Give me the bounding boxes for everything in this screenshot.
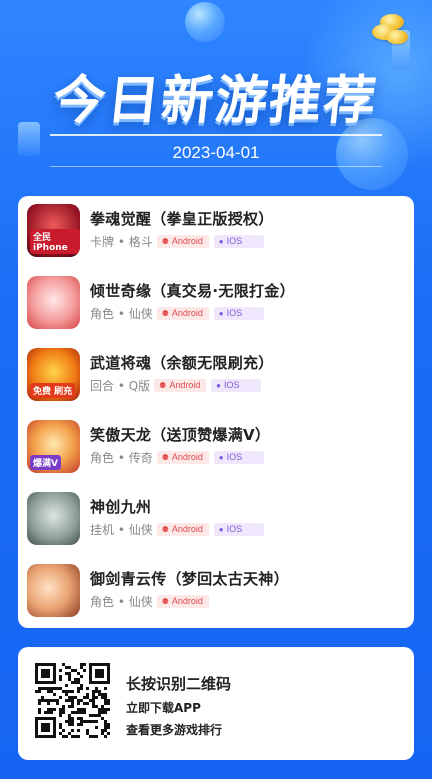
qr-code[interactable]: [35, 663, 110, 738]
icon-badge: 全民iPhone: [30, 229, 80, 254]
icon-badge: 爆满V: [30, 455, 61, 470]
game-meta: 回合 • Q版 ⚉ Android ● IOS: [90, 378, 266, 393]
game-meta: 角色 • 仙侠 ⚉ Android ● IOS: [90, 306, 269, 321]
android-badge[interactable]: ⚉ Android: [156, 450, 209, 464]
date-label: 2023-04-01: [172, 143, 260, 162]
game-meta: 挂机 • 仙侠 ⚉ Android ● IOS: [90, 522, 269, 537]
android-label: Android: [171, 524, 203, 534]
game-item[interactable]: 御剑青云传（梦回太古天神） 角色 • 仙侠 ⚉ Android: [18, 556, 414, 618]
game-item[interactable]: 爆满V 笑傲天龙（送顶赞爆满V） 角色 • 传奇 ⚉ Android ● IOS: [18, 412, 414, 474]
android-icon: ⚉: [161, 524, 169, 534]
game-tags: 角色 • 传奇: [90, 450, 153, 465]
game-item[interactable]: 倾世奇缘（真交易·无限打金） 角色 • 仙侠 ⚉ Android ● IOS: [18, 268, 414, 330]
ios-badge[interactable]: ● IOS: [213, 522, 264, 536]
apple-icon: ●: [218, 236, 224, 246]
coin-icon: [386, 30, 408, 44]
game-item[interactable]: 神创九州 挂机 • 仙侠 ⚉ Android ● IOS: [18, 484, 414, 546]
ios-label: IOS: [226, 236, 243, 246]
game-meta: 角色 • 仙侠 ⚉ Android: [90, 594, 214, 609]
game-name[interactable]: 御剑青云传（梦回太古天神）: [90, 568, 289, 589]
game-name[interactable]: 神创九州: [90, 496, 151, 517]
android-label: Android: [171, 452, 203, 462]
game-tags: 挂机 • 仙侠: [90, 522, 153, 537]
game-icon[interactable]: 免费 刷充: [27, 348, 80, 401]
android-label: Android: [171, 596, 203, 606]
game-icon[interactable]: [27, 564, 80, 617]
game-tags: 角色 • 仙侠: [90, 306, 153, 321]
decor-sphere: [185, 2, 225, 42]
ios-label: IOS: [226, 308, 243, 318]
ios-badge[interactable]: ● IOS: [213, 234, 264, 248]
android-badge[interactable]: ⚉ Android: [156, 306, 209, 320]
android-label: Android: [171, 236, 203, 246]
page-title: 今日新游推荐: [50, 71, 381, 131]
qr-title: 长按识别二维码: [126, 675, 232, 693]
apple-icon: ●: [218, 524, 224, 534]
game-meta: 角色 • 传奇 ⚉ Android ● IOS: [90, 450, 269, 465]
apple-icon: ●: [218, 308, 224, 318]
apple-icon: ●: [218, 452, 224, 462]
android-badge[interactable]: ⚉ Android: [156, 234, 209, 248]
game-item[interactable]: 全民iPhone 拳魂觉醒（拳皇正版授权） 卡牌 • 格斗 ⚉ Android ● IOS: [18, 196, 414, 258]
game-tags: 回合 • Q版: [90, 378, 151, 393]
game-meta: 卡牌 • 格斗 ⚉ Android ● IOS: [90, 234, 269, 249]
game-name[interactable]: 笑傲天龙（送顶赞爆满V）: [90, 424, 270, 445]
game-icon[interactable]: 全民iPhone: [27, 204, 80, 257]
android-label: Android: [169, 380, 201, 390]
android-label: Android: [171, 308, 203, 318]
title-divider: [50, 166, 382, 167]
android-icon: ⚉: [161, 236, 169, 246]
ios-label: IOS: [226, 452, 243, 462]
qr-download-text: 立即下载APP: [126, 701, 201, 715]
android-icon: ⚉: [161, 596, 169, 606]
game-name[interactable]: 武道将魂（余额无限刷充）: [90, 352, 274, 373]
qr-card: 长按识别二维码 立即下载APP 查看更多游戏排行: [18, 647, 414, 760]
game-item[interactable]: 免费 刷充 武道将魂（余额无限刷充） 回合 • Q版 ⚉ Android ● IOS: [18, 340, 414, 402]
android-badge[interactable]: ⚉ Android: [156, 594, 209, 608]
title-divider: [50, 134, 382, 136]
game-icon[interactable]: [27, 492, 80, 545]
ios-badge[interactable]: ● IOS: [211, 378, 262, 392]
android-icon: ⚉: [161, 452, 169, 462]
icon-badge: 免费 刷充: [30, 383, 76, 398]
android-badge[interactable]: ⚉ Android: [154, 378, 207, 392]
android-icon: ⚉: [159, 380, 167, 390]
ios-label: IOS: [226, 524, 243, 534]
game-tags: 卡牌 • 格斗: [90, 234, 153, 249]
ios-badge[interactable]: ● IOS: [213, 450, 264, 464]
game-name[interactable]: 拳魂觉醒（拳皇正版授权）: [90, 208, 274, 229]
game-tags: 角色 • 仙侠: [90, 594, 153, 609]
android-icon: ⚉: [161, 308, 169, 318]
ios-badge[interactable]: ● IOS: [213, 306, 264, 320]
game-icon[interactable]: 爆满V: [27, 420, 80, 473]
qr-ranking-text: 查看更多游戏排行: [126, 723, 223, 737]
apple-icon: ●: [216, 380, 221, 390]
game-icon[interactable]: [27, 276, 80, 329]
ios-label: IOS: [224, 380, 240, 390]
game-name[interactable]: 倾世奇缘（真交易·无限打金）: [90, 280, 295, 301]
android-badge[interactable]: ⚉ Android: [156, 522, 209, 536]
game-list: 全民iPhone 拳魂觉醒（拳皇正版授权） 卡牌 • 格斗 ⚉ Android ● IOS 倾…: [18, 196, 414, 628]
hero-banner: 今日新游推荐 2023-04-01: [0, 0, 432, 205]
